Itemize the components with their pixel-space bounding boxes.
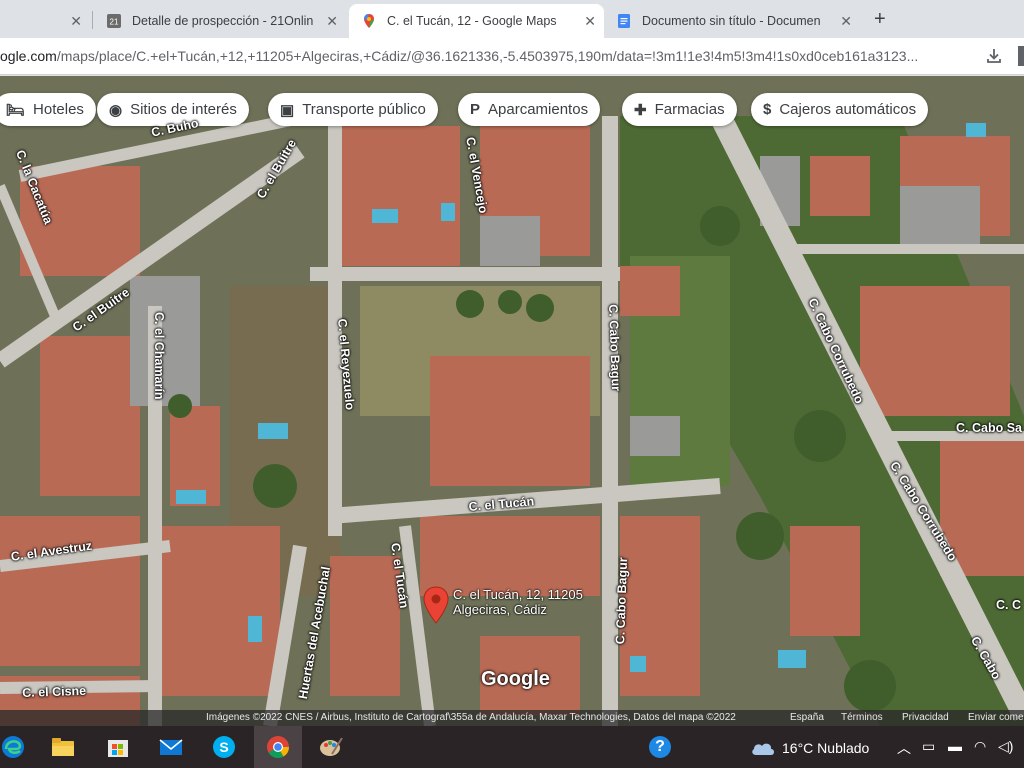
volume-icon[interactable]: ◁): [998, 738, 1013, 755]
chevron-up-icon[interactable]: ︿: [897, 738, 911, 758]
help-icon[interactable]: ?: [649, 736, 671, 758]
edge-icon[interactable]: [0, 734, 26, 760]
camera-icon: ◉: [109, 101, 123, 119]
cloud-icon: [752, 743, 774, 755]
google-logo: Google: [481, 668, 550, 690]
google-docs-icon: [618, 14, 630, 28]
close-tab-icon[interactable]: ✕: [840, 13, 852, 30]
file-explorer-icon[interactable]: [50, 734, 76, 760]
url-text[interactable]: ogle.com/maps/place/C.+el+Tucán,+12,+112…: [0, 48, 972, 64]
battery-icon[interactable]: ▬: [948, 738, 962, 754]
train-icon: ▣: [280, 101, 295, 119]
road-label: C. Cabo Sa: [956, 421, 1022, 435]
tab-21online[interactable]: 21 Detalle de prospección - 21Onlin ✕: [94, 4, 346, 38]
link-enviar-comentarios[interactable]: Enviar come: [968, 712, 1024, 723]
location-pin-icon[interactable]: [423, 586, 449, 624]
paint-icon[interactable]: [318, 734, 344, 760]
tab-google-docs[interactable]: Documento sin título - Documen ✕: [604, 4, 860, 38]
chip-farmacias[interactable]: ✚ Farmacias: [622, 93, 737, 126]
bed-icon: 🛏: [6, 101, 26, 119]
chip-hoteles[interactable]: 🛏 Hoteles: [0, 93, 96, 126]
chip-aparcamientos[interactable]: P Aparcamientos: [458, 93, 601, 126]
chip-cajeros-automaticos[interactable]: $ Cajeros automáticos: [751, 93, 929, 126]
tab-strip: ✕ 21 Detalle de prospección - 21Onlin ✕ …: [0, 0, 1024, 38]
close-tab-icon[interactable]: ✕: [70, 13, 82, 30]
attribution-text: Imágenes ©2022 CNES / Airbus, Instituto …: [206, 712, 736, 723]
road-label: C. Cabo Bagur: [606, 304, 624, 392]
link-espana[interactable]: España: [790, 712, 824, 723]
tab-generic[interactable]: ✕: [0, 4, 90, 38]
road-label: C. C: [996, 598, 1021, 612]
chip-transporte-publico[interactable]: ▣ Transporte público: [268, 93, 438, 126]
tab-separator: [92, 11, 93, 29]
close-tab-icon[interactable]: ✕: [326, 13, 338, 30]
wifi-icon[interactable]: ◠: [974, 738, 986, 755]
store-icon[interactable]: [105, 734, 131, 760]
link-privacidad[interactable]: Privacidad: [902, 712, 949, 723]
road-label: C. el Chamarín: [152, 312, 166, 400]
attribution-bar: Imágenes ©2022 CNES / Airbus, Instituto …: [0, 710, 1024, 726]
skype-icon[interactable]: S: [211, 734, 237, 760]
svg-text:S: S: [219, 739, 228, 755]
download-icon[interactable]: [984, 46, 1004, 66]
chrome-icon[interactable]: [265, 734, 291, 760]
parking-icon: P: [470, 101, 481, 118]
new-tab-plus-icon[interactable]: +: [874, 8, 886, 31]
satellite-map-view[interactable]: 🛏 Hoteles ◉ Sitios de interés ▣ Transporte …: [0, 76, 1024, 726]
satellite-imagery: [0, 76, 1024, 726]
tab-google-maps[interactable]: C. el Tucán, 12 - Google Maps ✕: [349, 4, 604, 38]
svg-text:21: 21: [110, 18, 119, 27]
windows-taskbar: S ? 16°C Nublado ︿ ▭ ▬ ◠ ◁): [0, 726, 1024, 768]
atm-icon: $: [763, 101, 772, 118]
profile-icon-partial[interactable]: [1018, 46, 1024, 66]
21online-icon: 21: [107, 14, 121, 28]
weather-widget[interactable]: 16°C Nublado: [750, 739, 869, 757]
address-bar[interactable]: ogle.com/maps/place/C.+el+Tucán,+12,+112…: [0, 38, 1024, 75]
link-terminos[interactable]: Términos: [841, 712, 883, 723]
pin-address-label: C. el Tucán, 12, 11205 Algeciras, Cádiz: [453, 587, 583, 617]
close-tab-icon[interactable]: ✕: [584, 13, 596, 30]
road-label: C. el Cisne: [22, 683, 87, 700]
google-maps-icon: [364, 14, 374, 28]
mail-icon[interactable]: [158, 734, 184, 760]
pharmacy-icon: ✚: [634, 101, 647, 119]
meet-now-icon[interactable]: ▭: [922, 738, 935, 755]
